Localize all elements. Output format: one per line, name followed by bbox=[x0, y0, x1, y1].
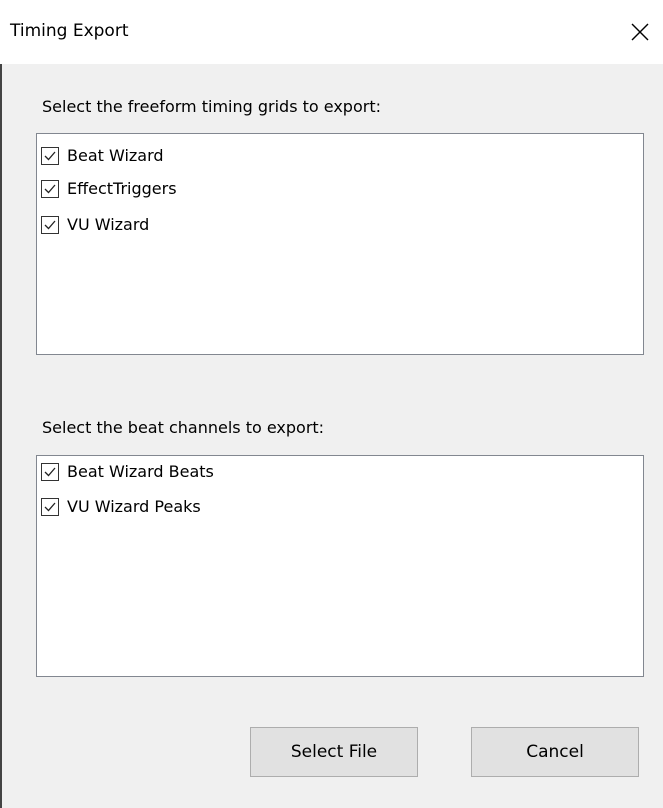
list-item[interactable]: VU Wizard bbox=[41, 212, 149, 238]
cancel-button[interactable]: Cancel bbox=[471, 727, 639, 777]
checkmark-icon bbox=[44, 220, 56, 230]
list-item-label: EffectTriggers bbox=[67, 179, 177, 198]
list-item[interactable]: EffectTriggers bbox=[41, 176, 177, 202]
window-title: Timing Export bbox=[10, 21, 129, 41]
checkbox[interactable] bbox=[41, 463, 59, 481]
grids-listbox[interactable]: Beat Wizard EffectTriggers VU Wizard bbox=[36, 133, 644, 355]
checkbox[interactable] bbox=[41, 216, 59, 234]
list-item[interactable]: Beat Wizard Beats bbox=[41, 459, 214, 485]
list-item[interactable]: VU Wizard Peaks bbox=[41, 494, 201, 520]
close-icon bbox=[631, 23, 649, 41]
list-item[interactable]: Beat Wizard bbox=[41, 143, 164, 169]
beats-listbox[interactable]: Beat Wizard Beats VU Wizard Peaks bbox=[36, 455, 644, 677]
checkmark-icon bbox=[44, 467, 56, 477]
checkbox[interactable] bbox=[41, 180, 59, 198]
checkmark-icon bbox=[44, 502, 56, 512]
list-item-label: VU Wizard Peaks bbox=[67, 497, 201, 516]
list-item-label: VU Wizard bbox=[67, 215, 150, 234]
checkmark-icon bbox=[44, 151, 56, 161]
checkbox[interactable] bbox=[41, 147, 59, 165]
close-button[interactable] bbox=[617, 8, 663, 56]
title-bar: Timing Export bbox=[0, 0, 663, 64]
list-item-label: Beat Wizard Beats bbox=[67, 462, 214, 481]
beats-section-label: Select the beat channels to export: bbox=[42, 418, 325, 437]
timing-export-dialog: Timing Export Select the freeform timing… bbox=[0, 0, 663, 808]
checkbox[interactable] bbox=[41, 498, 59, 516]
window-border bbox=[0, 64, 2, 808]
grids-section-label: Select the freeform timing grids to expo… bbox=[42, 97, 381, 116]
checkmark-icon bbox=[44, 184, 56, 194]
list-item-label: Beat Wizard bbox=[67, 146, 164, 165]
select-file-button[interactable]: Select File bbox=[250, 727, 418, 777]
